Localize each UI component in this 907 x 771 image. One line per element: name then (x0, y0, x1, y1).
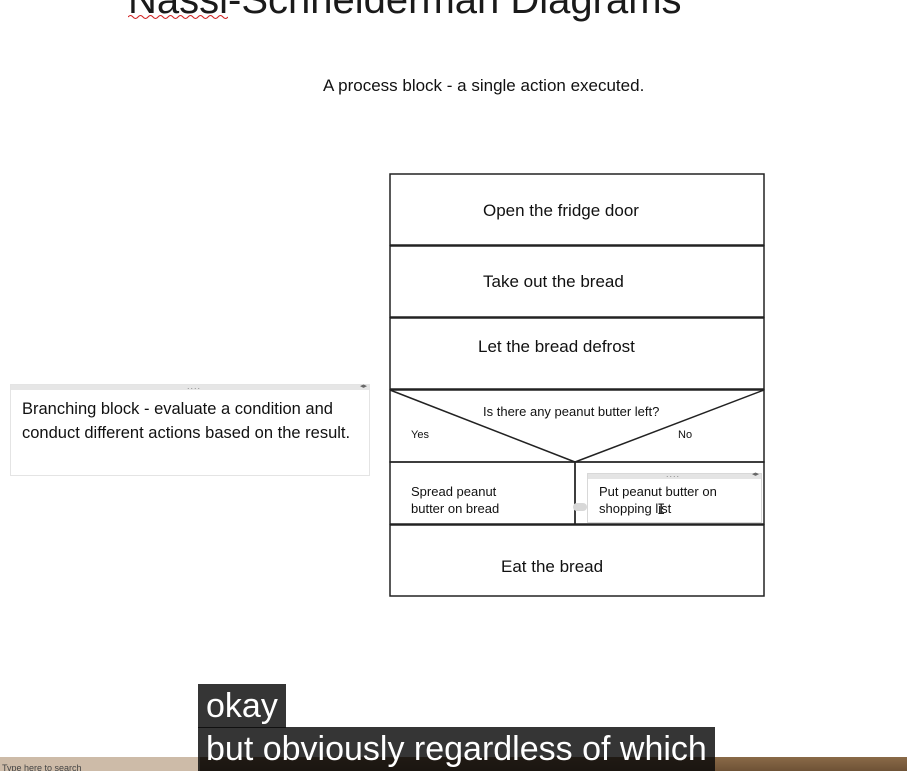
block-label-eat-bread: Eat the bread (501, 557, 604, 576)
drag-handle-icon[interactable]: .... (666, 469, 680, 479)
process-caption[interactable]: A process block - a single action execut… (323, 76, 644, 96)
subtitle-line-1: okay (198, 684, 286, 728)
drag-handle-icon[interactable]: .... (187, 381, 201, 391)
condition-label: Is there any peanut butter left? (483, 404, 660, 419)
yes-action-label: Spread peanut butter on bread (411, 484, 500, 516)
branch-diagonal-right (574, 389, 765, 463)
branch-block (389, 389, 765, 463)
subtitle-line-2: but obviously regardless of which (198, 727, 715, 771)
no-label: No (678, 429, 693, 441)
yes-label: Yes (411, 429, 429, 441)
block-label-take-bread: Take out the bread (483, 272, 624, 291)
nassi-schneiderman-diagram: Open the fridge door Take out the bread … (389, 173, 765, 597)
resize-handle-icon[interactable]: ◂▸ (752, 470, 759, 478)
text-cursor-icon: I (657, 502, 666, 518)
block-label-open-fridge: Open the fridge door (483, 201, 639, 220)
selected-textbox[interactable]: .... ◂▸ (587, 469, 762, 523)
branch-caption-textbox[interactable]: .... ◂▸ Branching block - evaluate a con… (10, 381, 370, 476)
block-label-defrost: Let the bread defrost (478, 337, 635, 356)
side-resize-handle[interactable] (573, 503, 587, 511)
branch-diagonal-left (389, 389, 576, 463)
branch-caption-text: Branching block - evaluate a condition a… (22, 400, 351, 442)
taskbar-search-box[interactable]: Type here to search (0, 757, 200, 771)
spellcheck-underline (128, 15, 228, 19)
resize-handle-icon[interactable]: ◂▸ (360, 382, 367, 390)
